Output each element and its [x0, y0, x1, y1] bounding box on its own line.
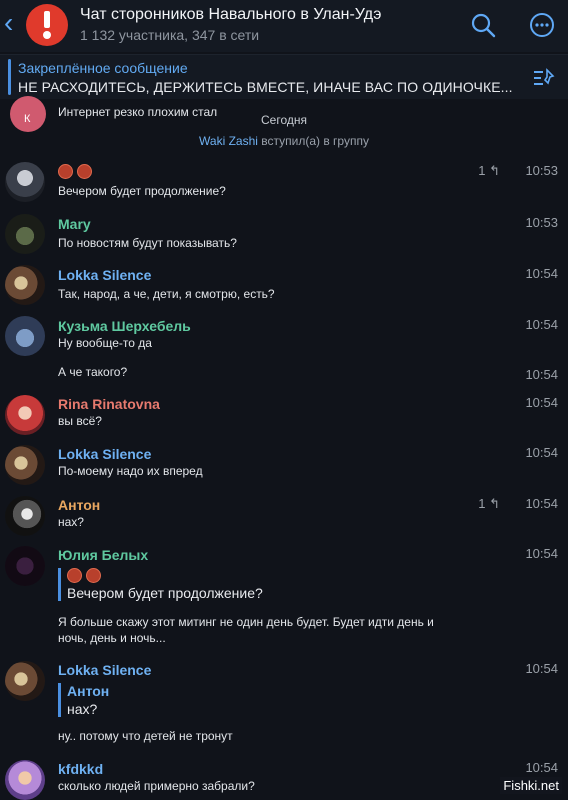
pinned-label: Закреплённое сообщение	[18, 60, 188, 76]
emoji-icon	[58, 164, 73, 179]
sender-name[interactable]: Кузьма Шерхебель	[58, 318, 191, 334]
avatar[interactable]	[5, 316, 45, 356]
avatar[interactable]	[5, 214, 45, 254]
message[interactable]: Антон нах? 1 ↰ 10:54	[0, 494, 568, 538]
sender-name[interactable]: Lokka Silence	[58, 267, 151, 283]
quote-text: нах?	[67, 701, 98, 717]
message[interactable]: Lokka Silence Так, народ, а че, дети, я …	[0, 263, 568, 307]
message-time: 10:54	[525, 317, 558, 332]
reply-count[interactable]: 1 ↰	[478, 163, 500, 179]
sender-name[interactable]: Юлия Белых	[58, 547, 148, 563]
reply-arrow-icon: ↰	[489, 163, 500, 178]
emoji-icon	[67, 568, 82, 583]
avatar[interactable]	[5, 395, 45, 435]
message[interactable]: Mary По новостям будут показывать? 10:53	[0, 212, 568, 256]
message-text: Так, народ, а че, дети, я смотрю, есть?	[58, 287, 275, 301]
sender-name[interactable]: Lokka Silence	[58, 446, 151, 462]
quote-author: Антон	[67, 683, 110, 699]
message-time: 10:54	[525, 266, 558, 281]
sender-name[interactable]: Антон	[58, 497, 100, 513]
message-time: 10:54	[525, 760, 558, 775]
avatar[interactable]	[5, 496, 45, 536]
chat-title[interactable]: Чат сторонников Навального в Улан-Удэ	[80, 6, 381, 24]
message[interactable]: Rina Rinatovna вы всё? 10:54	[0, 393, 568, 437]
reply-quote[interactable]: Вечером будет продолжение?	[58, 568, 263, 601]
message-text: По-моему надо их вперед	[58, 464, 203, 478]
chat-member-count: 1 132 участника, 347 в сети	[80, 27, 260, 43]
message-time: 10:54	[525, 445, 558, 460]
message-time: 10:54	[525, 661, 558, 676]
service-user[interactable]: Waki Zashi	[199, 134, 258, 148]
avatar[interactable]	[5, 661, 45, 701]
message-text: ну.. потому что детей не тронут	[58, 729, 233, 743]
message-text: По новостям будут показывать?	[58, 236, 237, 250]
avatar[interactable]	[5, 546, 45, 586]
sender-name[interactable]: Mary	[58, 216, 91, 232]
chat-header: ‹ Чат сторонников Навального в Улан-Удэ …	[0, 0, 568, 52]
emoji-icon	[86, 568, 101, 583]
message[interactable]: Юлия Белых 10:54 Вечером будет продолжен…	[0, 544, 568, 654]
more-options-icon[interactable]	[529, 12, 555, 38]
avatar[interactable]	[5, 760, 45, 800]
exclamation-icon	[44, 11, 50, 28]
message-text: Ну вообще-то да	[58, 336, 152, 350]
emoji-icon	[77, 164, 92, 179]
message-text: А че такого?	[58, 365, 128, 379]
search-icon[interactable]	[470, 12, 496, 38]
emoji-status	[58, 164, 92, 179]
message-text: ночь, день и ночь...	[58, 631, 166, 645]
message[interactable]: Кузьма Шерхебель Ну вообще-то да 10:54 А…	[0, 314, 568, 386]
message-time: 10:54	[525, 546, 558, 561]
message-text: нах?	[58, 515, 84, 529]
reply-quote[interactable]: Антон нах?	[58, 683, 109, 717]
message-text: сколько людей примерно забрали?	[58, 779, 255, 793]
message-text: вы всё?	[58, 414, 102, 428]
pinned-indicator	[8, 59, 11, 95]
message[interactable]: Lokka Silence По-моему надо их вперед 10…	[0, 443, 568, 487]
message-time: 10:53	[525, 215, 558, 230]
sender-name[interactable]: Lokka Silence	[58, 662, 151, 678]
watermark: Fishki.net	[500, 777, 562, 794]
chat-avatar[interactable]	[26, 4, 68, 46]
avatar[interactable]	[5, 162, 45, 202]
avatar[interactable]	[5, 265, 45, 305]
message[interactable]: Lokka Silence 10:54 Антон нах? ну.. пото…	[0, 659, 568, 749]
message-time: 10:54	[525, 367, 558, 382]
pinned-text: НЕ РАСХОДИТЕСЬ, ДЕРЖИТЕСЬ ВМЕСТЕ, ИНАЧЕ …	[18, 79, 513, 95]
reply-arrow-icon: ↰	[489, 496, 500, 511]
date-separator: Сегодня	[261, 113, 307, 127]
emoji-status	[67, 568, 263, 583]
quote-text: Вечером будет продолжение?	[67, 585, 263, 601]
back-chevron-icon[interactable]: ‹	[4, 8, 20, 38]
message-time: 10:54	[525, 496, 558, 511]
service-message: Waki Zashi вступил(а) в группу	[199, 134, 369, 148]
message-time: 10:53	[525, 163, 558, 178]
sender-name[interactable]: Rina Rinatovna	[58, 396, 160, 412]
message[interactable]: Вечером будет продолжение? 1 ↰ 10:53	[0, 160, 568, 204]
pinned-message[interactable]: Закреплённое сообщение НЕ РАСХОДИТЕСЬ, Д…	[0, 54, 568, 99]
message-time: 10:54	[525, 395, 558, 410]
message-text: Вечером будет продолжение?	[58, 184, 226, 198]
sender-name[interactable]: kfdkkd	[58, 761, 103, 777]
message[interactable]: kfdkkd сколько людей примерно забрали? 1…	[0, 758, 568, 800]
reply-count[interactable]: 1 ↰	[478, 496, 500, 512]
pinned-list-icon[interactable]	[532, 67, 556, 87]
avatar[interactable]	[5, 445, 45, 485]
